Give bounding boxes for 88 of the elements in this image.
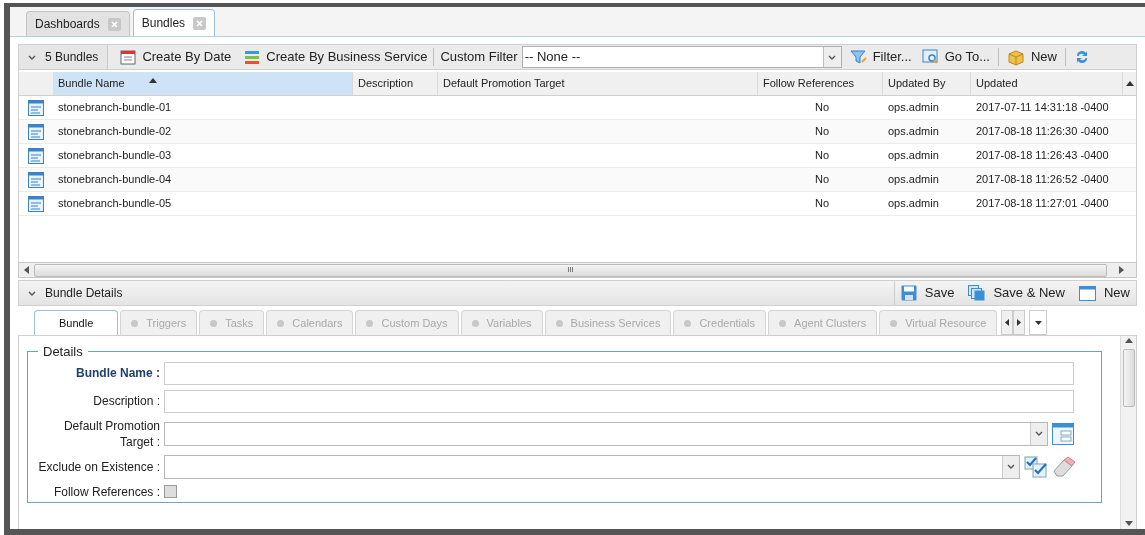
table-cell-text: stonebranch-bundle-01	[58, 100, 172, 116]
toolbar-button[interactable]: Save	[900, 283, 955, 303]
document-list-icon	[28, 147, 44, 164]
scroll-left-icon[interactable]	[24, 266, 29, 274]
table-cell-text: ops.admin	[888, 196, 939, 212]
tab-scroll-right-button[interactable]	[1013, 310, 1026, 335]
scroll-down-icon[interactable]	[1124, 521, 1133, 526]
stacked-bars-icon	[244, 49, 261, 65]
column-header[interactable]: Default Promotion Target	[438, 72, 758, 95]
table-cell-text: 2017-08-18 11:26:52 -0400	[976, 172, 1109, 188]
document-list-icon	[28, 195, 44, 212]
field-label: Follow References :	[52, 483, 160, 500]
field-label: Bundle Name :	[75, 365, 160, 381]
table-cell-text: No	[814, 124, 829, 140]
tab-menu-button[interactable]	[1029, 310, 1048, 335]
double-checkmark-icon[interactable]	[1024, 455, 1048, 478]
tab[interactable]: Dashboards	[26, 11, 130, 36]
chevron-icon	[28, 290, 36, 296]
dropdown-field[interactable]	[164, 454, 1020, 479]
scroll-up-icon[interactable]	[1124, 338, 1133, 343]
section-title: Bundle Details	[45, 285, 123, 302]
table-cell-text: 2017-08-18 11:26:30 -0400	[976, 124, 1109, 140]
create-by-date-button[interactable]: Create By Date	[120, 47, 232, 67]
column-header[interactable]: Follow References	[758, 72, 883, 95]
custom-filter-label: Custom Filter	[440, 48, 518, 67]
table-cell-text: ops.admin	[888, 172, 939, 188]
table-cell-text: stonebranch-bundle-03	[58, 148, 172, 164]
column-header[interactable]: Description	[353, 72, 438, 95]
column-header[interactable]: Updated	[971, 72, 1123, 95]
eraser-icon[interactable]	[1052, 455, 1076, 478]
document-list-icon	[28, 123, 44, 140]
text-input-field[interactable]	[164, 361, 1074, 385]
toolbar-button[interactable]: Save & New	[968, 283, 1065, 303]
left-arrow-icon	[1005, 319, 1010, 326]
tab-scroll-left-button[interactable]	[1001, 310, 1014, 335]
tab[interactable]: Bundle	[34, 310, 119, 335]
field-label: Exclude on Existence :	[37, 458, 160, 475]
table-cell-text: No	[814, 100, 829, 116]
chevron-icon	[28, 54, 36, 60]
box-icon	[1007, 48, 1025, 66]
table-cell-text: 2017-08-18 11:27:01 -0400	[976, 196, 1109, 212]
table-cell-text: No	[814, 172, 829, 188]
scroll-up-icon[interactable]	[1125, 81, 1134, 86]
text-input-field[interactable]	[164, 389, 1074, 413]
vertical-scroll-thumb[interactable]	[1122, 349, 1135, 407]
stacked-disks-icon	[968, 285, 986, 301]
table-cell-text: ops.admin	[888, 100, 939, 116]
calendar-icon	[120, 49, 137, 65]
document-list-icon	[28, 99, 44, 116]
funnel-icon	[849, 49, 868, 65]
field-label: Default Promotion Target :	[62, 417, 160, 450]
table-cell-text: 2017-07-11 14:31:18 -0400	[976, 100, 1109, 116]
down-arrow-icon	[1034, 320, 1042, 325]
field-label: Description :	[92, 393, 160, 409]
magnifier-window-icon	[921, 49, 940, 65]
table-cell-text: stonebranch-bundle-02	[58, 124, 172, 140]
refresh-button[interactable]	[1074, 49, 1090, 65]
dropdown-field[interactable]	[164, 421, 1048, 446]
dropdown-caret-icon	[1035, 431, 1043, 436]
window-icon	[1079, 285, 1096, 301]
details-form-icon[interactable]	[1052, 422, 1074, 445]
filter-button[interactable]: Filter...	[849, 47, 912, 67]
table-cell-text: No	[814, 148, 829, 164]
refresh-icon	[1074, 49, 1090, 65]
sort-ascending-icon	[148, 78, 157, 83]
table-cell-text: No	[814, 196, 829, 212]
table-cell-text: stonebranch-bundle-05	[58, 196, 172, 212]
column-header[interactable]: Updated By	[883, 72, 971, 95]
tab[interactable]: Bundles	[132, 9, 216, 36]
right-arrow-icon	[1017, 319, 1022, 326]
checkbox[interactable]	[164, 485, 177, 498]
dropdown-caret-icon	[828, 54, 837, 60]
dropdown-caret-icon	[1007, 464, 1015, 469]
group-legend: Details	[38, 342, 88, 362]
horizontal-scroll-thumb[interactable]: III	[34, 263, 1107, 277]
table-cell-text: 2017-08-18 11:26:43 -0400	[976, 148, 1109, 164]
table-cell-text: stonebranch-bundle-04	[58, 172, 172, 188]
scroll-right-icon[interactable]	[1119, 266, 1124, 274]
toolbar-button[interactable]: New	[1079, 283, 1130, 303]
new-button[interactable]: New	[1007, 47, 1057, 67]
table-cell-text: ops.admin	[888, 124, 939, 140]
go-to-button[interactable]: Go To...	[921, 47, 990, 67]
column-header[interactable]: Bundle Name	[53, 72, 353, 95]
collapse-button[interactable]: 5 Bundles	[19, 45, 109, 69]
table-cell-text: ops.admin	[888, 148, 939, 164]
document-list-icon	[28, 171, 44, 188]
create-by-business-service-button[interactable]: Create By Business Service	[244, 47, 428, 67]
custom-filter-select[interactable]: -- None --	[521, 46, 842, 68]
